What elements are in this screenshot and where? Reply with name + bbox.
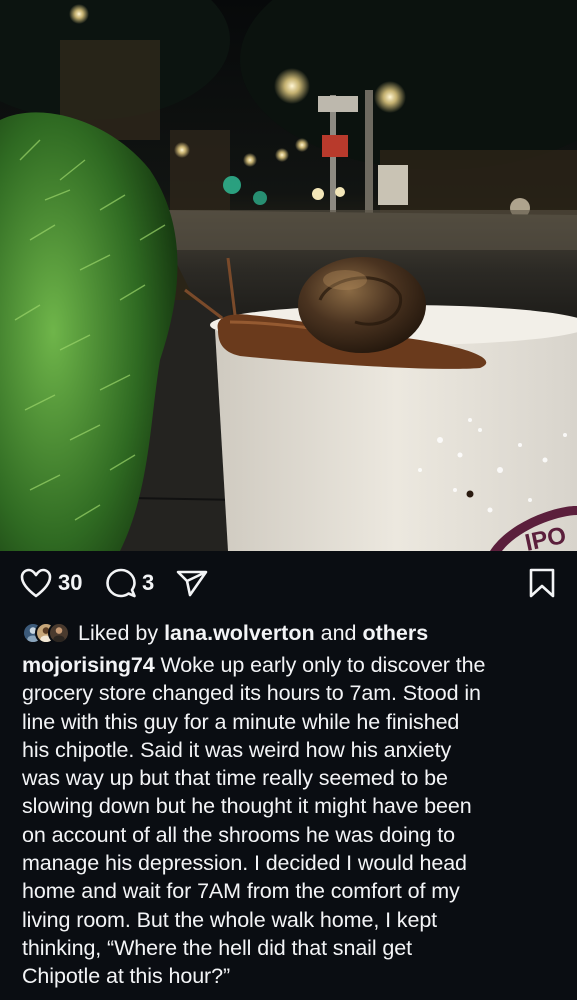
- share-button[interactable]: [176, 569, 208, 597]
- liked-by-avatars[interactable]: [22, 622, 70, 644]
- bookmark-icon: [529, 568, 555, 598]
- liked-by-others[interactable]: others: [362, 621, 428, 646]
- caption-line: manage his depression. I decided I would…: [22, 851, 467, 876]
- like-count[interactable]: 30: [58, 572, 82, 594]
- caption-line: Chipotle at this hour?”: [22, 964, 231, 989]
- action-bar: 30 3: [0, 551, 577, 615]
- paper-plane-icon: [176, 570, 208, 597]
- caption-line: on account of all the shrooms he was doi…: [22, 822, 455, 847]
- like-button[interactable]: 30: [20, 568, 82, 598]
- save-button[interactable]: [529, 568, 555, 598]
- caption-line: mojorising74 Woke up early only to disco…: [22, 651, 562, 679]
- caption-line: was way up but that time really seemed t…: [22, 766, 448, 791]
- comment-button[interactable]: 3: [106, 568, 154, 598]
- caption-line: thinking, “Where the hell did that snail…: [22, 935, 412, 960]
- caption-line: his chipotle. Said it was weird how his …: [22, 737, 452, 762]
- comment-bubble-icon: [106, 568, 136, 598]
- avatar[interactable]: [48, 622, 70, 644]
- caption-text: Woke up early only to discover the: [160, 653, 486, 677]
- liked-by-prefix: Liked by: [78, 620, 159, 645]
- liked-by-row[interactable]: Liked by lana.wolverton and others: [22, 617, 428, 649]
- post-caption: mojorising74 Woke up early only to disco…: [22, 651, 562, 991]
- instagram-post: IPO 30 3 Liked by lana.wolverton and oth…: [0, 0, 577, 1000]
- caption-line: slowing down but he thought it might hav…: [22, 794, 472, 819]
- caption-line: home and wait for 7AM from the comfort o…: [22, 879, 460, 904]
- liked-by-username[interactable]: lana.wolverton: [164, 621, 315, 646]
- comment-count[interactable]: 3: [142, 572, 154, 594]
- heart-icon: [20, 568, 52, 598]
- caption-line: line with this guy for a minute while he…: [22, 709, 460, 734]
- post-photo[interactable]: IPO: [0, 0, 577, 551]
- liked-by-joiner: and: [320, 620, 357, 645]
- caption-line: grocery store changed its hours to 7am. …: [22, 681, 481, 706]
- caption-username[interactable]: mojorising74: [22, 653, 155, 677]
- caption-line: living room. But the whole walk home, I …: [22, 907, 438, 932]
